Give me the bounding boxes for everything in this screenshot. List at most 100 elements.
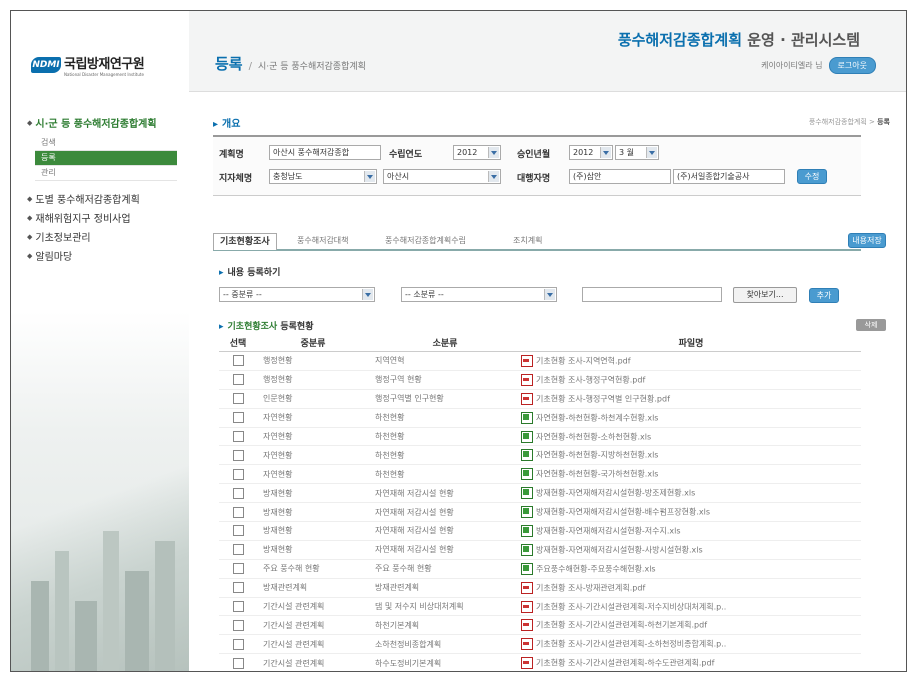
sidebar-subitem-manage[interactable]: 관리	[35, 166, 177, 181]
approval-month-select[interactable]: 3 월	[615, 145, 659, 160]
approval-year-select[interactable]: 2012	[569, 145, 613, 160]
cell-file[interactable]: 기초현황 조사-기간시설관련계획-하수도관련계획.pdf	[521, 653, 861, 671]
file-name-link[interactable]: 방재현황-자연재해저감시설현황-방조제현황.xls	[536, 489, 695, 498]
plan-info-form: 계획명 아산시 풍수해저감종합 수립연도 2012 승인년월 2012 3 월 …	[213, 135, 861, 196]
minor-category-select[interactable]: -- 소분류 --	[401, 287, 557, 302]
plan-name-input[interactable]: 아산시 풍수해저감종합	[269, 145, 381, 160]
row-checkbox[interactable]	[232, 468, 244, 480]
row-checkbox[interactable]	[232, 638, 244, 650]
row-checkbox[interactable]	[232, 374, 244, 386]
tab-base-survey[interactable]: 기초현황조사	[213, 233, 277, 250]
row-checkbox[interactable]	[232, 601, 244, 613]
row-checkbox[interactable]	[232, 449, 244, 461]
tab-action-plan[interactable]: 조치계획	[507, 233, 548, 249]
header-select: 선택	[219, 333, 257, 352]
file-name-link[interactable]: 방재현황-자연재해저감시설현황-사방시설현황.xls	[536, 545, 703, 554]
province-select[interactable]: 충청남도	[269, 169, 377, 184]
row-checkbox[interactable]	[232, 506, 244, 518]
sidebar-item-base-info[interactable]: ◆ 기초정보관리	[27, 229, 187, 245]
file-path-input[interactable]	[582, 287, 722, 302]
file-name-link[interactable]: 주요풍수해현황-주요풍수해현황.xls	[536, 564, 656, 573]
sidebar-item-notice[interactable]: ◆ 알림마당	[27, 248, 187, 264]
cell-file[interactable]: 기초현황 조사-지역연혁.pdf	[521, 351, 861, 371]
delete-button[interactable]: 삭제	[856, 319, 886, 331]
logo[interactable]: NDMI 국립방재연구원 National Disaster Managemen…	[31, 53, 145, 77]
file-name-link[interactable]: 기초현황 조사-기간시설관련계획-저수지비상대처계획.p..	[536, 602, 726, 611]
cell-file[interactable]: 기초현황 조사-기간시설관련계획-저수지비상대처계획.p..	[521, 597, 861, 617]
row-checkbox[interactable]	[232, 657, 244, 669]
cell-file[interactable]: 방재현황-자연재해저감시설현황-사방시설현황.xls	[521, 540, 861, 560]
edit-button[interactable]: 수정	[797, 169, 827, 184]
sidebar-item-province-plan[interactable]: ◆ 도별 풍수해저감종합계획	[27, 191, 187, 207]
row-checkbox[interactable]	[232, 412, 244, 424]
agency-input-2[interactable]: (주)서일종합기술공사	[673, 169, 785, 184]
row-checkbox[interactable]	[232, 431, 244, 442]
sidebar-item-sigun-plan[interactable]: ◆ 시·군 등 풍수해저감종합계획	[27, 115, 187, 131]
file-name-link[interactable]: 기초현황 조사-기간시설관련계획-소하천정비종합계획.p..	[536, 640, 726, 649]
year-select[interactable]: 2012	[453, 145, 501, 160]
file-name-link[interactable]: 기초현황 조사-행정구역현황.pdf	[536, 375, 645, 384]
tab-master-plan[interactable]: 풍수해저감종합계획수립	[379, 233, 472, 249]
cell-file[interactable]: 기초현황 조사-행정구역별 인구현황.pdf	[521, 389, 861, 409]
row-checkbox[interactable]	[232, 487, 244, 499]
cell-file[interactable]: 기초현황 조사-행정구역현황.pdf	[521, 370, 861, 390]
table-row[interactable]: 기간시설 관련계획 소하천정비종합계획 기초현황 조사-기간시설관련계획-소하천정비…	[219, 634, 861, 655]
table-row[interactable]: 방재현황 자연재해 저감시설 현황 방재현황-자연재해저감시설현황-사방시설현황.x…	[219, 540, 861, 560]
file-name-link[interactable]: 자연현황-하천현황-하천계수현황.xls	[536, 413, 658, 422]
file-name-link[interactable]: 자연현황-하천현황-소하천현황.xls	[536, 432, 651, 441]
major-category-select[interactable]: -- 중분류 --	[219, 287, 375, 302]
file-name-link[interactable]: 기초현황 조사-방재관련계획.pdf	[536, 583, 645, 592]
table-row[interactable]: 방재현황 자연재해 저감시설 현황 방재현황-자연재해저감시설현황-배수펌프장현황.…	[219, 502, 861, 523]
add-button[interactable]: 추가	[809, 288, 839, 303]
row-checkbox[interactable]	[232, 525, 244, 537]
cell-file[interactable]: 자연현황-하천현황-하천계수현황.xls	[521, 408, 861, 428]
table-row[interactable]: 인문현황 행정구역별 인구현황 기초현황 조사-행정구역별 인구현황.pdf	[219, 389, 861, 409]
cell-file[interactable]: 기초현황 조사-방재관련계획.pdf	[521, 578, 861, 598]
sidebar-subitem-register[interactable]: 등록	[35, 151, 177, 166]
city-select[interactable]: 아산시	[383, 169, 501, 184]
save-content-button[interactable]: 내용저장	[848, 233, 886, 248]
row-checkbox[interactable]	[232, 355, 244, 367]
cell-file[interactable]: 자연현황-하천현황-지방하천현황.xls	[521, 445, 861, 466]
table-row[interactable]: 방재관련계획 방재관련계획 기초현황 조사-방재관련계획.pdf	[219, 578, 861, 598]
file-name-link[interactable]: 기초현황 조사-지역연혁.pdf	[536, 356, 631, 365]
file-name-link[interactable]: 기초현황 조사-행정구역별 인구현황.pdf	[536, 394, 670, 403]
table-row[interactable]: 방재현황 자연재해 저감시설 현황 방재현황-자연재해저감시설현황-저수지.xls	[219, 521, 861, 541]
sidebar-subitem-search[interactable]: 검색	[35, 136, 177, 151]
cell-file[interactable]: 기초현황 조사-기간시설관련계획-소하천정비종합계획.p..	[521, 634, 861, 655]
file-name-link[interactable]: 방재현황-자연재해저감시설현황-저수지.xls	[536, 526, 681, 535]
cell-file[interactable]: 방재현황-자연재해저감시설현황-배수펌프장현황.xls	[521, 502, 861, 523]
table-row[interactable]: 방재현황 자연재해 저감시설 현황 방재현황-자연재해저감시설현황-방조제현황.xl…	[219, 483, 861, 504]
agency-input-1[interactable]: (주)삼안	[569, 169, 671, 184]
cell-file[interactable]: 자연현황-하천현황-국가하천현황.xls	[521, 464, 861, 485]
table-row[interactable]: 행정현황 지역연혁 기초현황 조사-지역연혁.pdf	[219, 351, 861, 371]
table-row[interactable]: 자연현황 하천현황 자연현황-하천현황-하천계수현황.xls	[219, 408, 861, 428]
cell-file[interactable]: 방재현황-자연재해저감시설현황-저수지.xls	[521, 521, 861, 541]
cell-file[interactable]: 자연현황-하천현황-소하천현황.xls	[521, 427, 861, 447]
tab-reduction-measures[interactable]: 풍수해저감대책	[291, 233, 355, 249]
table-row[interactable]: 기간시설 관련계획 댐 및 저수지 비상대처계획 기초현황 조사-기간시설관련계획-…	[219, 597, 861, 617]
row-checkbox[interactable]	[232, 544, 244, 556]
file-name-link[interactable]: 자연현황-하천현황-국가하천현황.xls	[536, 470, 658, 479]
file-name-link[interactable]: 자연현황-하천현황-지방하천현황.xls	[536, 451, 658, 460]
table-row[interactable]: 자연현황 하천현황 자연현황-하천현황-국가하천현황.xls	[219, 464, 861, 485]
table-row[interactable]: 자연현황 하천현황 자연현황-하천현황-지방하천현황.xls	[219, 445, 861, 466]
table-row[interactable]: 주요 풍수해 현황 주요 풍수해 현황 주요풍수해현황-주요풍수해현황.xls	[219, 559, 861, 579]
cell-file[interactable]: 방재현황-자연재해저감시설현황-방조제현황.xls	[521, 483, 861, 504]
row-checkbox[interactable]	[232, 619, 244, 631]
cell-file[interactable]: 주요풍수해현황-주요풍수해현황.xls	[521, 559, 861, 579]
table-row[interactable]: 기간시설 관련계획 하천기본계획 기초현황 조사-기간시설관련계획-하천기본계획.p…	[219, 615, 861, 636]
table-row[interactable]: 행정현황 행정구역 현황 기초현황 조사-행정구역현황.pdf	[219, 370, 861, 390]
file-name-link[interactable]: 기초현황 조사-기간시설관련계획-하천기본계획.pdf	[536, 621, 707, 630]
row-checkbox[interactable]	[232, 393, 244, 405]
logout-button[interactable]: 로그아웃	[828, 57, 876, 74]
sidebar-item-risk-district[interactable]: ◆ 재해위험지구 정비사업	[27, 210, 187, 226]
cell-file[interactable]: 기초현황 조사-기간시설관련계획-하천기본계획.pdf	[521, 615, 861, 636]
table-row[interactable]: 기간시설 관련계획 하수도정비기본계획 기초현황 조사-기간시설관련계획-하수도관련…	[219, 653, 861, 671]
file-name-link[interactable]: 기초현황 조사-기간시설관련계획-하수도관련계획.pdf	[536, 659, 714, 668]
row-checkbox[interactable]	[232, 582, 244, 594]
file-name-link[interactable]: 방재현황-자연재해저감시설현황-배수펌프장현황.xls	[536, 508, 710, 517]
browse-button[interactable]: 찾아보기...	[733, 287, 797, 303]
row-checkbox[interactable]	[232, 563, 244, 575]
table-row[interactable]: 자연현황 하천현황 자연현황-하천현황-소하천현황.xls	[219, 427, 861, 447]
